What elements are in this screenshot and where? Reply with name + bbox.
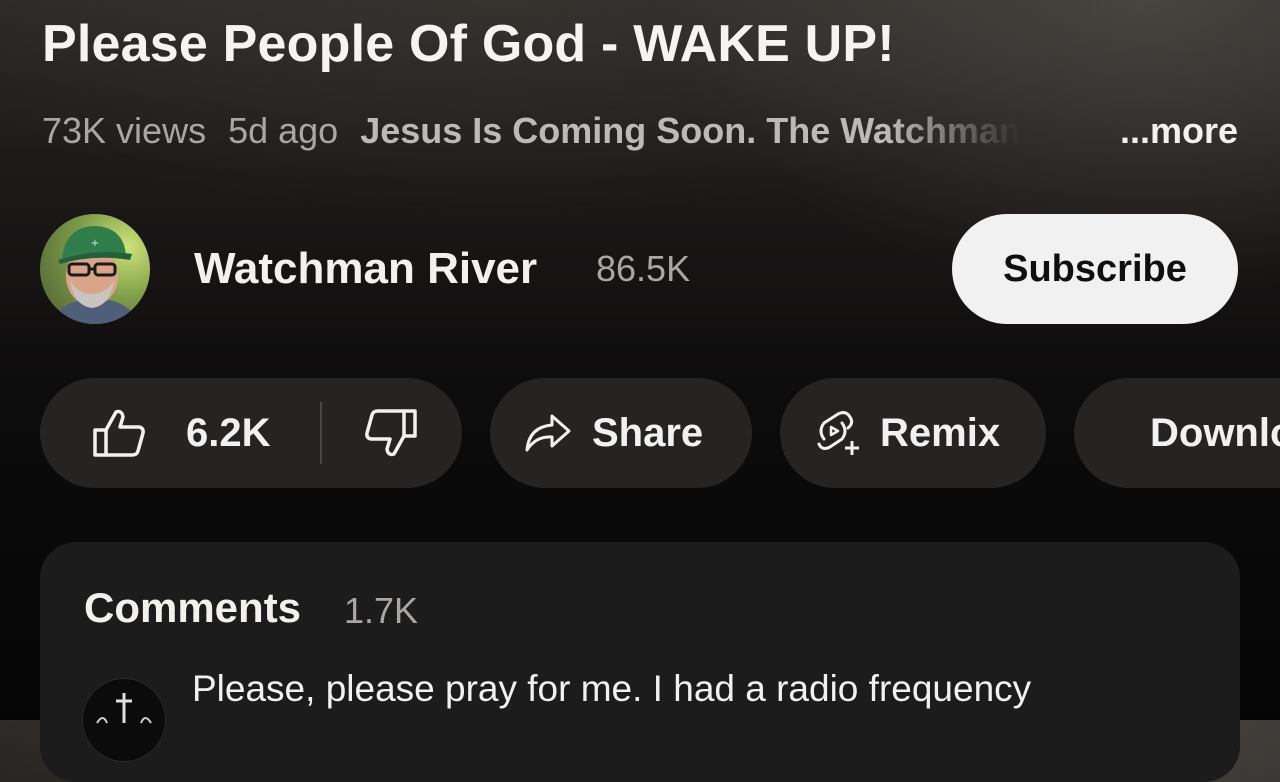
action-bar: 6.2K Share Remix Downl [40,378,1280,488]
subscribe-button[interactable]: Subscribe [952,214,1238,324]
comments-title: Comments [84,584,302,631]
channel-name[interactable]: Watchman River [194,244,537,294]
channel-avatar[interactable]: + [40,214,150,324]
thumbs-up-icon [93,409,145,457]
comments-count: 1.7K [344,590,419,631]
remix-button[interactable]: Remix [780,378,1046,488]
like-count: 6.2K [186,410,271,455]
comment-text: Please, please pray for me. I had a radi… [192,668,1032,709]
like-button[interactable]: 6.2K [40,378,320,488]
share-label: Share [592,410,704,455]
remix-icon [817,411,859,455]
more-link[interactable]: ...more [1120,110,1238,152]
video-title: Please People Of God - WAKE UP! [42,15,895,73]
thumbs-down-icon [365,409,417,457]
comments-panel[interactable]: Comments 1.7K Please, please pray for me… [40,542,1240,782]
dislike-button[interactable] [322,378,418,488]
subscriber-count: 86.5K [596,248,691,289]
upload-age: 5d ago [228,110,339,151]
commenter-avatar[interactable] [82,678,166,762]
share-button[interactable]: Share [490,378,752,488]
video-meta[interactable]: 73K views 5d ago Jesus Is Coming Soon. The… [42,110,1238,156]
commenter-avatar-icon [96,693,152,724]
description-preview: Jesus Is Coming Soon. The Watchman [360,110,1021,151]
svg-text:+: + [91,238,99,249]
view-count: 73K views [42,110,207,151]
channel-row: + Watchman River 86.5K Subscribe [40,214,1240,326]
download-label: Download [1150,410,1280,455]
avatar-image-icon: + [50,226,140,324]
share-icon [525,414,571,452]
remix-label: Remix [880,410,1001,455]
like-dislike-pill: 6.2K [40,378,462,488]
download-button[interactable]: Download [1074,378,1280,488]
